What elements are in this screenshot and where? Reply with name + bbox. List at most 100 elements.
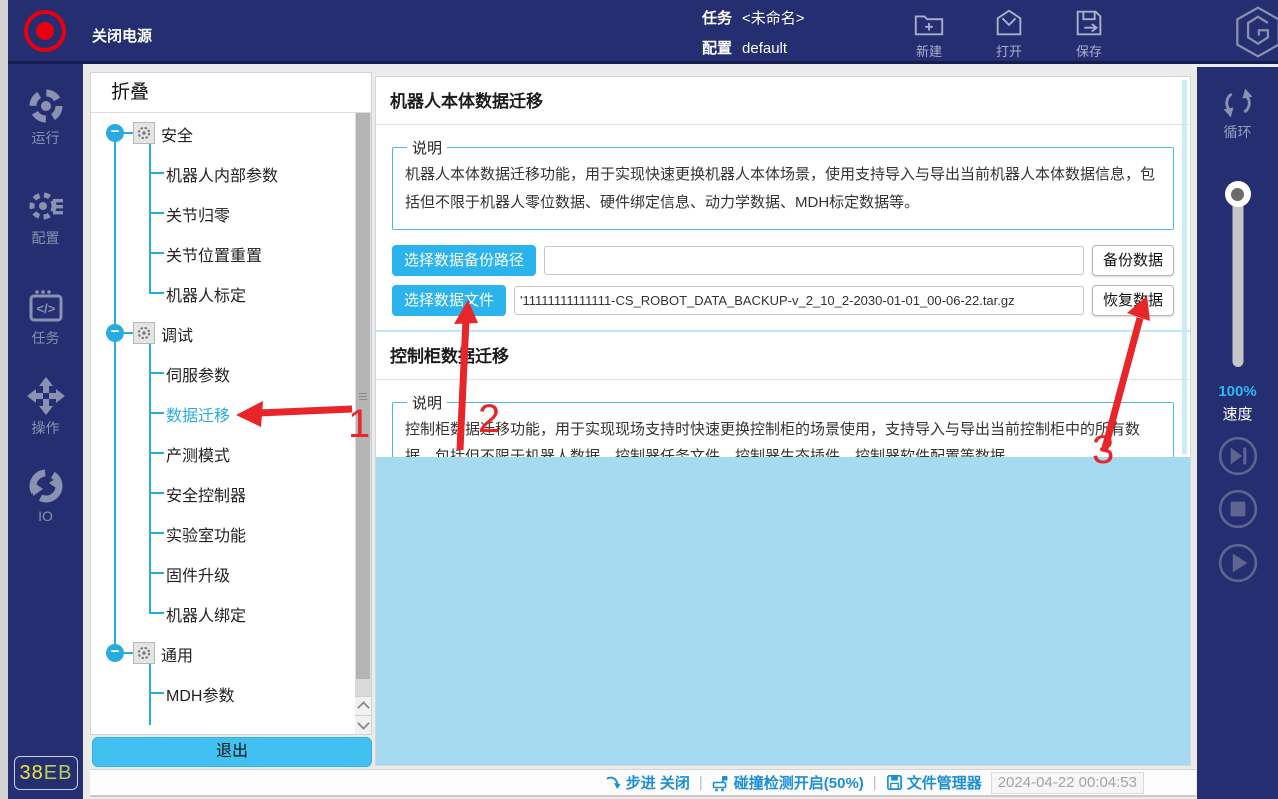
- tree-body: − 安全 机器人内部参数 关节归零 关节位置重置 机器人标定 − 调试 伺服参数…: [91, 113, 371, 734]
- tree-group-debug-label: 调试: [161, 322, 193, 346]
- status-divider: |: [873, 774, 877, 791]
- task-value: <未命名>: [742, 10, 805, 27]
- file-manager-disk-icon: [886, 774, 903, 791]
- nav-task[interactable]: </> 任务: [8, 286, 83, 348]
- right-control-rail: 循环 100% 速度: [1197, 67, 1278, 799]
- power-button-icon[interactable]: [24, 10, 66, 52]
- badge-left: 38: [20, 762, 44, 784]
- task-glyph: </>: [36, 301, 55, 316]
- robot-migration-note-text: 机器人本体数据迁移功能，用于实现快速更换机器人本体场景，使用支持导入与导出当前机…: [405, 161, 1161, 217]
- scroll-down-button[interactable]: [355, 715, 371, 734]
- tree-group-general[interactable]: − 通用: [91, 633, 351, 673]
- tree-item-production-test-mode[interactable]: 产测模式: [91, 433, 351, 473]
- task-config-info: 任务 <未命名> 配置 default: [702, 7, 805, 67]
- migration-controls: 选择数据备份路径 备份数据 选择数据文件 恢复数据: [392, 245, 1174, 316]
- restore-row: 选择数据文件 恢复数据: [392, 285, 1174, 316]
- status-divider: |: [699, 774, 703, 791]
- tree-item-safety-controller[interactable]: 安全控制器: [91, 473, 351, 513]
- collapse-header[interactable]: 折叠: [91, 73, 371, 113]
- window-edge: [0, 0, 8, 799]
- note-legend: 说明: [407, 137, 447, 158]
- nav-config[interactable]: 配置: [8, 186, 83, 248]
- collapse-node-icon[interactable]: −: [106, 124, 124, 142]
- nav-operate-label: 操作: [32, 420, 60, 436]
- loop-cycle-icon: [1220, 85, 1256, 121]
- gear-list-icon: [26, 186, 66, 226]
- choose-backup-path-button[interactable]: 选择数据备份路径: [392, 245, 536, 276]
- collision-robot-icon: [712, 774, 730, 792]
- note-legend: 说明: [407, 392, 447, 413]
- tree-item-robot-calibration[interactable]: 机器人标定: [91, 273, 351, 313]
- tree-group-safety-label: 安全: [161, 122, 193, 146]
- open-task-button[interactable]: 打开: [976, 6, 1042, 60]
- tree-item-data-migration[interactable]: 数据迁移: [91, 393, 351, 433]
- code-window-icon: </>: [26, 286, 66, 326]
- tree-item-joint-position-reset[interactable]: 关节位置重置: [91, 233, 351, 273]
- nav-task-label: 任务: [32, 330, 60, 346]
- loop-button[interactable]: [1220, 85, 1256, 126]
- tree-group-general-label: 通用: [161, 642, 193, 666]
- nav-operate[interactable]: 操作: [8, 376, 83, 438]
- open-label: 打开: [976, 41, 1042, 60]
- speed-slider-knob[interactable]: [1225, 181, 1251, 207]
- empty-content-area: [376, 457, 1190, 765]
- config-label: 配置: [702, 40, 732, 57]
- tree-item-robot-binding[interactable]: 机器人绑定: [91, 593, 351, 633]
- choose-data-file-button[interactable]: 选择数据文件: [392, 285, 506, 316]
- scroll-up-button[interactable]: [355, 696, 371, 715]
- power-label: 关闭电源: [92, 25, 152, 46]
- play-button[interactable]: [1217, 542, 1259, 589]
- brand-logo-icon: [1234, 5, 1278, 64]
- cabinet-migration-title: 控制柜数据迁移: [376, 332, 1190, 380]
- backup-path-input[interactable]: [544, 246, 1084, 275]
- badge-right: EB: [44, 762, 73, 784]
- app-window: 关闭电源 任务 <未命名> 配置 default 新建 打开 保存: [0, 0, 1278, 799]
- step-mode-status[interactable]: 步进 关闭: [605, 772, 690, 793]
- speed-slider-track[interactable]: [1232, 195, 1243, 367]
- stop-button[interactable]: [1217, 488, 1259, 535]
- tree-item-joint-zero[interactable]: 关节归零: [91, 193, 351, 233]
- tree-item-servo-params[interactable]: 伺服参数: [91, 353, 351, 393]
- backup-data-button[interactable]: 备份数据: [1092, 245, 1174, 276]
- task-label: 任务: [702, 10, 732, 27]
- save-task-button[interactable]: 保存: [1056, 6, 1122, 60]
- robot-migration-note: 说明 机器人本体数据迁移功能，用于实现快速更换机器人本体场景，使用支持导入与导出…: [392, 137, 1174, 230]
- tree-group-safety[interactable]: − 安全: [91, 113, 351, 153]
- tree-group-debug[interactable]: − 调试: [91, 313, 351, 353]
- tree-item-lab-features[interactable]: 实验室功能: [91, 513, 351, 553]
- new-task-button[interactable]: 新建: [896, 6, 962, 60]
- save-floppy-icon: [1072, 6, 1106, 40]
- data-file-input[interactable]: [514, 286, 1084, 315]
- step-forward-button[interactable]: [1217, 435, 1259, 482]
- collision-detect-status[interactable]: 碰撞检测开启(50%): [712, 772, 864, 793]
- speed-label: 速度: [1222, 403, 1252, 424]
- nav-io[interactable]: IO: [8, 466, 83, 524]
- file-manager-button[interactable]: 文件管理器: [886, 772, 982, 793]
- restore-data-button[interactable]: 恢复数据: [1092, 285, 1174, 316]
- tree-scrollbar[interactable]: [355, 113, 371, 734]
- run-target-icon: [26, 86, 66, 126]
- skip-forward-icon: [1217, 435, 1259, 477]
- nav-run-label: 运行: [32, 130, 60, 146]
- data-migration-panel: 机器人本体数据迁移 说明 机器人本体数据迁移功能，用于实现快速更换机器人本体场景…: [375, 76, 1191, 766]
- save-label: 保存: [1056, 41, 1122, 60]
- io-cycle-icon: [26, 466, 66, 506]
- tree-item-robot-internal-params[interactable]: 机器人内部参数: [91, 153, 351, 193]
- gear-icon: [133, 122, 155, 144]
- exit-button[interactable]: 退出: [92, 737, 372, 767]
- config-value: default: [742, 40, 787, 57]
- tree-item-firmware-upgrade[interactable]: 固件升级: [91, 553, 351, 593]
- stop-icon: [1217, 488, 1259, 530]
- collapse-node-icon[interactable]: −: [106, 644, 124, 662]
- settings-tree-panel: 折叠 − 安全 机器人内部参数 关节归零 关节位置重置 机器人标定 − 调试 伺…: [90, 72, 372, 735]
- status-code-badge: 38EB: [14, 756, 78, 790]
- new-label: 新建: [896, 41, 962, 60]
- main-scrollbar-track[interactable]: [1182, 80, 1187, 454]
- new-folder-plus-icon: [912, 6, 946, 40]
- tree-item-mdh-params[interactable]: MDH参数: [91, 673, 351, 713]
- tree-scrollbar-thumb[interactable]: [356, 113, 370, 679]
- robot-migration-title: 机器人本体数据迁移: [376, 77, 1190, 125]
- collapse-node-icon[interactable]: −: [106, 324, 124, 342]
- nav-run[interactable]: 运行: [8, 86, 83, 148]
- gear-icon: [133, 642, 155, 664]
